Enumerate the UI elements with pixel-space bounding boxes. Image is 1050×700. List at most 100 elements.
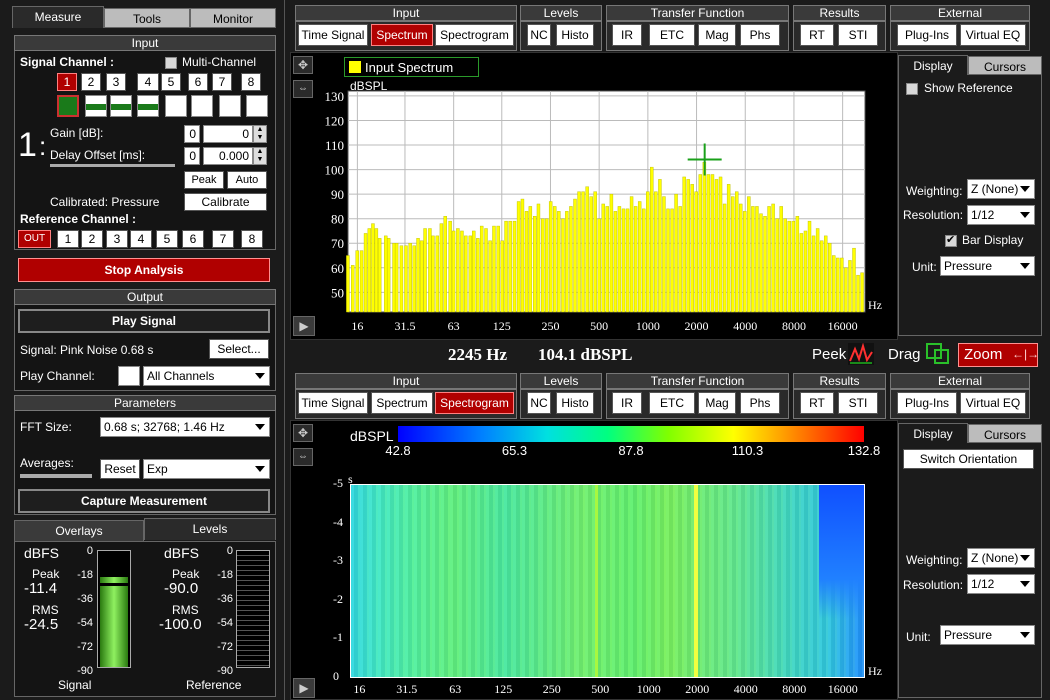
delay-spinner[interactable]: ▲ ▼ [253, 147, 267, 165]
averages-slider[interactable] [20, 474, 92, 478]
select-signal-button[interactable]: Select... [209, 339, 269, 359]
bar-display-checkbox[interactable] [945, 233, 957, 247]
channel-6-color-swatch[interactable] [191, 95, 213, 117]
calibrate-button[interactable]: Calibrate [184, 193, 267, 211]
zoom-button[interactable]: Zoom ←|→ [958, 343, 1039, 367]
peak-button[interactable]: Peak [184, 171, 224, 189]
signal-channel-4-button[interactable]: 4 [137, 73, 159, 91]
tab-tools[interactable]: Tools [104, 8, 190, 28]
top-time-signal-button[interactable]: Time Signal [298, 24, 368, 46]
top-phs-button[interactable]: Phs [740, 24, 780, 46]
delay-field-b[interactable]: 0.000 [203, 147, 253, 165]
spectrogram-image[interactable] [350, 484, 865, 678]
move-view-icon[interactable]: ✥ [293, 56, 313, 74]
channel-1-color-swatch[interactable] [57, 95, 79, 117]
bottom-plug-ins-button[interactable]: Plug-Ins [897, 392, 957, 414]
auto-button[interactable]: Auto [227, 171, 267, 189]
gain-spinner[interactable]: ▲ ▼ [253, 125, 267, 143]
spectrum-weighting-dropdown[interactable]: Z (None) [967, 179, 1035, 199]
capture-measurement-button[interactable]: Capture Measurement [18, 489, 270, 513]
tab-spectrum-display[interactable]: Display [898, 55, 968, 75]
gain-field-a[interactable]: 0 [184, 125, 200, 143]
tab-spectrogram-display[interactable]: Display [898, 423, 968, 443]
signal-channel-6-button[interactable]: 6 [188, 73, 208, 91]
tab-monitor[interactable]: Monitor [190, 8, 276, 28]
channel-4-color-swatch[interactable] [137, 95, 159, 117]
peek-icon[interactable] [848, 343, 874, 365]
spectrogram-weighting-dropdown[interactable]: Z (None) [967, 548, 1035, 568]
reference-channel-2-button[interactable]: 2 [81, 230, 103, 248]
bottom-spectrum-button[interactable]: Spectrum [371, 392, 433, 414]
spectrum-unit-dropdown[interactable]: Pressure [940, 256, 1035, 276]
bottom-ir-button[interactable]: IR [612, 392, 642, 414]
bottom-spectrogram-button[interactable]: Spectrogram [435, 392, 514, 414]
spectrogram-resolution-dropdown[interactable]: 1/12 [967, 574, 1035, 594]
tab-spectrum-cursors[interactable]: Cursors [968, 56, 1042, 75]
bottom-histo-button[interactable]: Histo [556, 392, 594, 414]
tab-levels[interactable]: Levels [144, 518, 276, 540]
channel-2-color-swatch[interactable] [85, 95, 107, 117]
spectrum-chart[interactable]: 50 60 70 80 90 100 110 120 130 16 31.5 63 125 250 500 1… [300, 78, 890, 340]
top-ir-button[interactable]: IR [612, 24, 642, 46]
delay-field-a[interactable]: 0 [184, 147, 200, 165]
reference-out-button[interactable]: OUT [18, 230, 51, 248]
stop-analysis-button[interactable]: Stop Analysis [18, 258, 270, 282]
move-spectrogram-icon[interactable]: ✥ [293, 424, 313, 442]
reset-button[interactable]: Reset [100, 459, 140, 479]
zoom-label: Zoom [964, 346, 1003, 363]
spectrum-legend[interactable]: Input Spectrum [344, 57, 479, 77]
reference-channel-3-button[interactable]: 3 [106, 230, 128, 248]
gain-field-b[interactable]: 0 [203, 125, 253, 143]
reference-channel-4-button[interactable]: 4 [130, 230, 152, 248]
signal-channel-7-button[interactable]: 7 [212, 73, 232, 91]
reference-channel-6-button[interactable]: 6 [182, 230, 204, 248]
top-etc-button[interactable]: ETC [649, 24, 695, 46]
tab-spectrogram-cursors[interactable]: Cursors [968, 424, 1042, 443]
reference-channel-5-button[interactable]: 5 [156, 230, 178, 248]
top-histo-button[interactable]: Histo [556, 24, 594, 46]
reference-channel-7-button[interactable]: 7 [212, 230, 234, 248]
fft-size-dropdown[interactable]: 0.68 s; 32768; 1.46 Hz [100, 417, 270, 437]
channel-3-color-swatch[interactable] [110, 95, 132, 117]
signal-channel-5-button[interactable]: 5 [161, 73, 181, 91]
expand-spectrogram-icon[interactable]: ⇔ [293, 448, 313, 466]
play-channel-dropdown[interactable]: All Channels [143, 366, 270, 386]
channel-8-color-swatch[interactable] [246, 95, 268, 117]
bottom-mag-button[interactable]: Mag [698, 392, 736, 414]
reference-channel-8-button[interactable]: 8 [241, 230, 263, 248]
bottom-sti-button[interactable]: STI [838, 392, 878, 414]
show-reference-checkbox[interactable] [906, 83, 918, 95]
top-sti-button[interactable]: STI [838, 24, 878, 46]
top-virtual-eq-button[interactable]: Virtual EQ [960, 24, 1026, 46]
signal-channel-2-button[interactable]: 2 [81, 73, 101, 91]
signal-channel-1-button[interactable]: 1 [57, 73, 77, 91]
reference-channel-1-button[interactable]: 1 [57, 230, 79, 248]
bottom-rt-button[interactable]: RT [800, 392, 834, 414]
spectrogram-unit-dropdown[interactable]: Pressure [940, 625, 1035, 645]
play-spectrogram-icon[interactable]: ▶ [293, 678, 315, 698]
bottom-virtual-eq-button[interactable]: Virtual EQ [960, 392, 1026, 414]
channel-5-color-swatch[interactable] [165, 95, 187, 117]
bottom-time-signal-button[interactable]: Time Signal [298, 392, 368, 414]
tab-overlays[interactable]: Overlays [14, 520, 144, 542]
bottom-nc-button[interactable]: NC [527, 392, 551, 414]
switch-orientation-button[interactable]: Switch Orientation [903, 449, 1034, 469]
top-mag-button[interactable]: Mag [698, 24, 736, 46]
top-nc-button[interactable]: NC [527, 24, 551, 46]
top-rt-button[interactable]: RT [800, 24, 834, 46]
bottom-phs-button[interactable]: Phs [740, 392, 780, 414]
tab-measure[interactable]: Measure [12, 6, 104, 28]
signal-channel-8-button[interactable]: 8 [241, 73, 261, 91]
drag-icon[interactable] [926, 343, 950, 365]
delay-slider[interactable] [50, 164, 175, 167]
play-signal-button[interactable]: Play Signal [18, 309, 270, 333]
spectrum-resolution-dropdown[interactable]: 1/12 [967, 205, 1035, 225]
averages-dropdown[interactable]: Exp [143, 459, 270, 479]
top-spectrum-button[interactable]: Spectrum [371, 24, 433, 46]
bottom-etc-button[interactable]: ETC [649, 392, 695, 414]
top-spectrogram-button[interactable]: Spectrogram [435, 24, 514, 46]
channel-7-color-swatch[interactable] [219, 95, 241, 117]
top-plug-ins-button[interactable]: Plug-Ins [897, 24, 957, 46]
signal-channel-3-button[interactable]: 3 [106, 73, 126, 91]
multi-channel-checkbox[interactable] [165, 57, 177, 69]
